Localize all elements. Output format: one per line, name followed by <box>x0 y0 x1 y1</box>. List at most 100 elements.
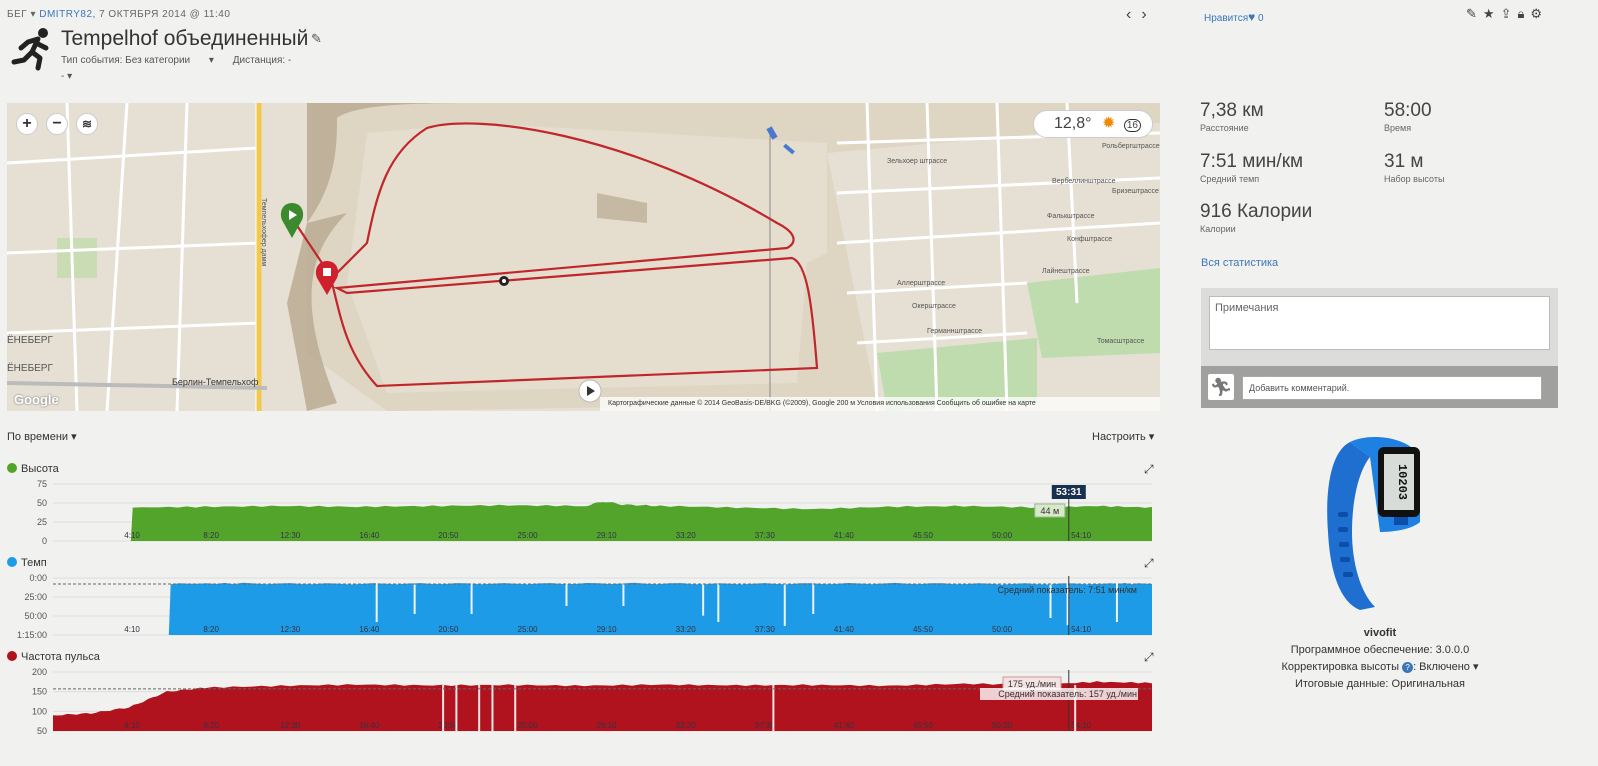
sun-icon: ✹ <box>1102 115 1116 132</box>
x-tick-label: 37:30 <box>755 721 776 730</box>
pace-spike <box>702 581 705 616</box>
chevron-down-icon[interactable]: ▾ <box>30 9 39 20</box>
heart-rate-chart[interactable]: 200150100504:10 8:20 12:30 16:40 20:50 25:00 2… <box>0 665 1160 737</box>
firmware-label: Программное обеспечение: 3.0.0.0 <box>1290 644 1470 656</box>
pace-spike <box>783 581 786 626</box>
x-tick-label: 25:00 <box>518 531 539 540</box>
x-tick-label: 20:50 <box>438 531 459 540</box>
activity-date: , 7 ОКТЯБРЯ 2014 @ 11:40 <box>92 9 231 20</box>
x-tick-label: 12:30 <box>280 625 301 634</box>
distance-label[interactable]: Дистанция: - <box>233 55 292 66</box>
x-tick-label: 50:00 <box>992 625 1013 634</box>
map-label-street-12: Темпельхофер дамм <box>260 198 267 266</box>
expand-icon[interactable]: ⤢ <box>1144 650 1154 665</box>
comment-input[interactable]: Добавить комментарий. <box>1242 376 1542 400</box>
activity-type-label[interactable]: БЕГ <box>7 9 27 20</box>
average-label: Средний показатель: 157 уд./мин <box>998 689 1137 699</box>
running-icon <box>11 28 49 71</box>
weather-widget[interactable]: 12,8° ✹ 16 <box>1033 110 1153 138</box>
x-tick-label: 29:10 <box>597 625 618 634</box>
avatar: 🏃︎ <box>1208 374 1234 400</box>
x-tick-label: 33:20 <box>676 721 697 730</box>
pace-chart[interactable]: 0:00 25:00 50:00 1:15:00 4:10 8:20 12:30 16:40 2… <box>0 571 1160 641</box>
y-tick-label: 150 <box>32 687 47 697</box>
map-label-street-2: Вербеллинштрассе <box>1052 177 1116 185</box>
all-stats-link[interactable]: Вся статистика <box>1201 257 1278 269</box>
x-tick-label: 54:10 <box>1071 625 1092 634</box>
user-link[interactable]: DMITRY82 <box>39 9 92 20</box>
pace-chart-title: Темп <box>7 557 47 569</box>
y-tick-label: 200 <box>32 667 47 677</box>
average-label: Средний показатель: 7:51 мин/км <box>998 585 1137 595</box>
cursor-value-label: 175 уд./мин <box>1008 679 1056 689</box>
final-data-label: Итоговые данные: Оригинальная <box>1294 678 1466 690</box>
stat-time: 58:00 Время <box>1384 100 1432 133</box>
x-tick-label: 20:50 <box>438 625 459 634</box>
y-tick-label: 25:00 <box>24 592 47 602</box>
gear-icon[interactable]: ⚙ <box>1530 6 1548 21</box>
heart-rate-dot-icon <box>7 651 17 661</box>
x-tick-label: 41:40 <box>834 721 855 730</box>
map-label-street-5: Лайнештрассе <box>1042 267 1090 275</box>
y-tick-label: 100 <box>32 706 47 716</box>
layers-icon[interactable]: ≋ <box>76 113 98 135</box>
x-tick-label: 41:40 <box>834 625 855 634</box>
x-tick-label: 4:10 <box>124 721 140 730</box>
zoom-out-button[interactable]: − <box>46 113 68 135</box>
activity-toolbar: ✎★⇪🔒︎⚙ <box>1466 6 1548 22</box>
y-tick-label: 25 <box>37 517 47 527</box>
event-type-select[interactable]: Тип события: Без категории ▾ <box>61 55 214 66</box>
pace-dot-icon <box>7 557 17 567</box>
device-name: vivofit <box>1363 627 1397 639</box>
lock-icon[interactable]: 🔒︎ <box>1517 6 1530 21</box>
notes-textarea[interactable]: Примечания <box>1209 296 1550 350</box>
y-tick-label: 50 <box>37 726 47 736</box>
expand-icon[interactable]: ⤢ <box>1144 462 1154 477</box>
like-button[interactable]: Нравится♥ 0 <box>1204 10 1264 24</box>
x-tick-label: 12:30 <box>280 721 301 730</box>
x-tick-label: 50:00 <box>992 531 1013 540</box>
activity-meta: Тип события: Без категории ▾ Дистанция: … <box>61 55 307 66</box>
map-canvas: Берлин-Темпельхоф ЁНЕБЕРГ ЁНЕБЕРГ Зельхо… <box>7 103 1160 411</box>
pace-spike <box>812 581 815 614</box>
elevation-chart-title: Высота <box>7 463 59 475</box>
elevation-chart[interactable]: 75 50 25 0 4:10 8:20 12:30 16:40 20:50 25:00 29:10… <box>0 477 1160 547</box>
route-map[interactable]: Берлин-Темпельхоф ЁНЕБЕРГ ЁНЕБЕРГ Зельхо… <box>7 103 1160 411</box>
prev-activity-icon[interactable]: ‹ <box>1126 6 1141 23</box>
stat-pace: 7:51 мин/км Средний темп <box>1200 151 1304 184</box>
x-tick-label: 45:50 <box>913 721 934 730</box>
next-activity-icon[interactable]: › <box>1141 6 1156 23</box>
y-tick-label: 1:15:00 <box>17 630 47 640</box>
hr-spike <box>772 685 775 731</box>
x-tick-label: 25:00 <box>518 721 539 730</box>
expand-icon[interactable]: ⤢ <box>1144 556 1154 571</box>
customize-select[interactable]: Настроить ▾ <box>1092 430 1154 443</box>
google-logo: Google <box>14 392 59 407</box>
x-tick-label: 4:10 <box>124 531 140 540</box>
help-icon: ? <box>1402 662 1414 673</box>
extra-select[interactable]: - ▾ <box>61 71 72 82</box>
map-label-street-9: Томасштрассе <box>1097 338 1144 345</box>
map-label-schoeneberg-1: ЁНЕБЕРГ <box>7 334 53 346</box>
by-time-select[interactable]: По времени ▾ <box>7 430 77 443</box>
x-tick-label: 37:30 <box>755 531 776 540</box>
share-icon[interactable]: ⇪ <box>1501 6 1518 21</box>
elevation-correction-select[interactable]: Корректировка высоты ?: Включено ▾ <box>1230 659 1530 676</box>
x-tick-label: 50:00 <box>992 721 1013 730</box>
edit-title-icon[interactable]: ✎ <box>311 31 322 47</box>
map-attribution[interactable]: Картографические данные © 2014 GeoBasis-… <box>600 397 1160 411</box>
x-tick-label: 25:00 <box>518 625 539 634</box>
edit-icon[interactable]: ✎ <box>1466 6 1483 21</box>
x-tick-label: 8:20 <box>203 531 219 540</box>
star-icon[interactable]: ★ <box>1483 6 1501 21</box>
y-tick-label: 50 <box>37 498 47 508</box>
x-tick-label: 16:40 <box>359 531 380 540</box>
pace-spike <box>622 581 625 606</box>
stat-distance: 7,38 км Расстояние <box>1200 100 1264 133</box>
breadcrumb: БЕГ ▾ DMITRY82, 7 ОКТЯБРЯ 2014 @ 11:40 <box>7 9 230 20</box>
map-label-tempelhof: Берлин-Темпельхоф <box>172 377 259 387</box>
x-tick-label: 12:30 <box>280 531 301 540</box>
map-label-street-7: Окерштрассе <box>912 303 956 310</box>
y-tick-label: 0 <box>42 536 47 546</box>
zoom-in-button[interactable]: + <box>16 113 38 135</box>
